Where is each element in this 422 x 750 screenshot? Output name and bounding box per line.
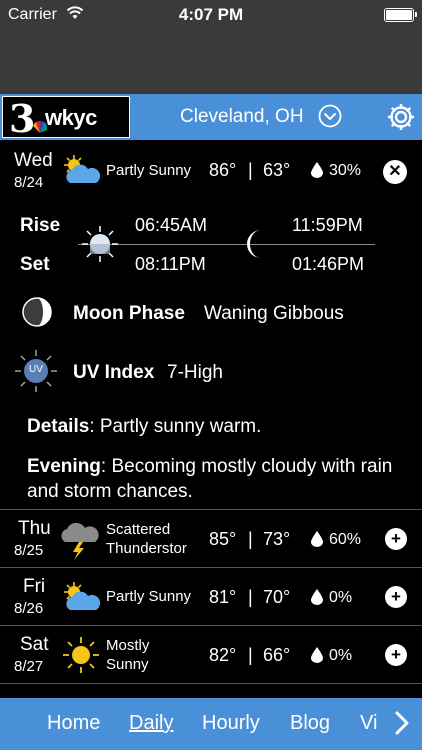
forecast-row[interactable]: Sat 8/27 Mostly Sunny 82° | 66° 0% + [0,625,422,683]
temp-separator: | [248,587,253,607]
forecast-precip: 0% [329,589,353,606]
chevron-right-icon[interactable] [394,710,410,736]
forecast-high: 81° [209,587,237,607]
moon-phase-label: Moon Phase [73,303,185,324]
moon-phase-icon [22,297,52,327]
app-header: 3 wkyc Cleveland, OH [0,94,422,141]
crescent-moon-icon [247,230,261,258]
nav-video[interactable]: Vi [360,712,377,735]
moonrise-time: 11:59PM [292,215,363,235]
forecast-date: 8/26 [14,600,44,617]
expand-button[interactable]: + [385,644,407,666]
details-text: Details: Partly sunny warm. [27,414,407,439]
forecast-date: 8/27 [14,658,44,675]
sun-horizon-icon [82,226,118,262]
battery-icon [384,8,417,22]
forecast-day: Fri [23,576,46,597]
forecast-condition-line1: Mostly [106,637,150,654]
forecast-low: 70° [263,587,291,607]
forecast-row[interactable]: Thu 8/25 Scattered Thunderstor 85° | 73°… [0,509,422,567]
set-label: Set [20,254,50,275]
chevron-down-icon[interactable] [318,104,342,128]
nav-home[interactable]: Home [47,712,100,735]
details-value: : Partly sunny warm. [89,416,262,437]
today-condition: Partly Sunny [106,162,192,179]
moon-phase-value: Waning Gibbous [204,303,344,324]
status-bar: Carrier 4:07 PM [0,0,422,30]
forecast-precip: 60% [329,531,362,548]
logo-text: wkyc [45,105,97,130]
forecast-date: 8/25 [14,542,44,559]
forecast-low: 66° [263,645,291,665]
temp-separator: | [248,529,253,549]
details-label: Details [27,416,90,437]
evening-label: Evening [27,456,101,477]
gear-icon[interactable] [386,102,416,132]
wkyc-logo[interactable]: 3 wkyc [2,96,130,141]
status-time: 4:07 PM [178,5,244,24]
nav-daily[interactable]: Daily [129,712,173,735]
raindrop-icon [311,162,323,178]
partly-sunny-icon [64,582,100,610]
nav-hourly[interactable]: Hourly [202,712,260,735]
city-selector[interactable]: Cleveland, OH [180,106,304,128]
expand-button[interactable]: + [385,528,407,550]
forecast-high: 85° [209,529,237,549]
temp-separator: | [248,645,253,665]
rise-label: Rise [20,215,61,236]
today-precip: 30% [329,162,362,179]
uv-index-label: UV Index [73,362,155,383]
horizon-divider [78,244,375,245]
raindrop-icon [311,589,323,605]
raindrop-icon [311,647,323,663]
forecast-row[interactable]: Fri 8/26 Partly Sunny 81° | 70° 0% + [0,567,422,625]
forecast-condition-line2: Thunderstor [106,540,187,557]
forecast-precip: 0% [329,647,353,664]
thunderstorm-icon [61,522,99,560]
nav-blog[interactable]: Blog [290,712,330,735]
bottom-nav: Home Daily Hourly Blog Vi [0,698,422,750]
raindrop-icon [311,531,323,547]
today-low: 63° [263,160,291,180]
today-date: 8/24 [14,174,44,191]
sunny-icon [63,637,99,673]
forecast-day: Thu [18,518,51,539]
forecast-day: Sat [20,634,49,655]
temp-separator: | [248,160,253,180]
uv-index-value: 7-High [167,362,223,383]
forecast-high: 82° [209,645,237,665]
uv-icon-text: UV [29,364,43,375]
evening-text: Evening: Becoming mostly cloudy with rai… [27,454,407,504]
partly-sunny-icon [64,155,100,183]
sunrise-time: 06:45AM [135,215,208,235]
sunset-time: 08:11PM [135,254,206,274]
header-spacer [0,30,422,94]
moonset-time: 01:46PM [292,254,365,274]
forecast-condition-line2: Sunny [106,656,149,673]
uv-icon: UV [14,349,58,393]
logo-number: 3 [9,96,36,141]
today-day: Wed [14,150,53,171]
forecast-condition-line1: Scattered [106,521,171,538]
close-button[interactable]: ✕ [383,160,407,184]
today-high: 86° [209,160,237,180]
expand-button[interactable]: + [385,586,407,608]
forecast-condition-line1: Partly Sunny [106,588,192,605]
forecast-low: 73° [263,529,291,549]
